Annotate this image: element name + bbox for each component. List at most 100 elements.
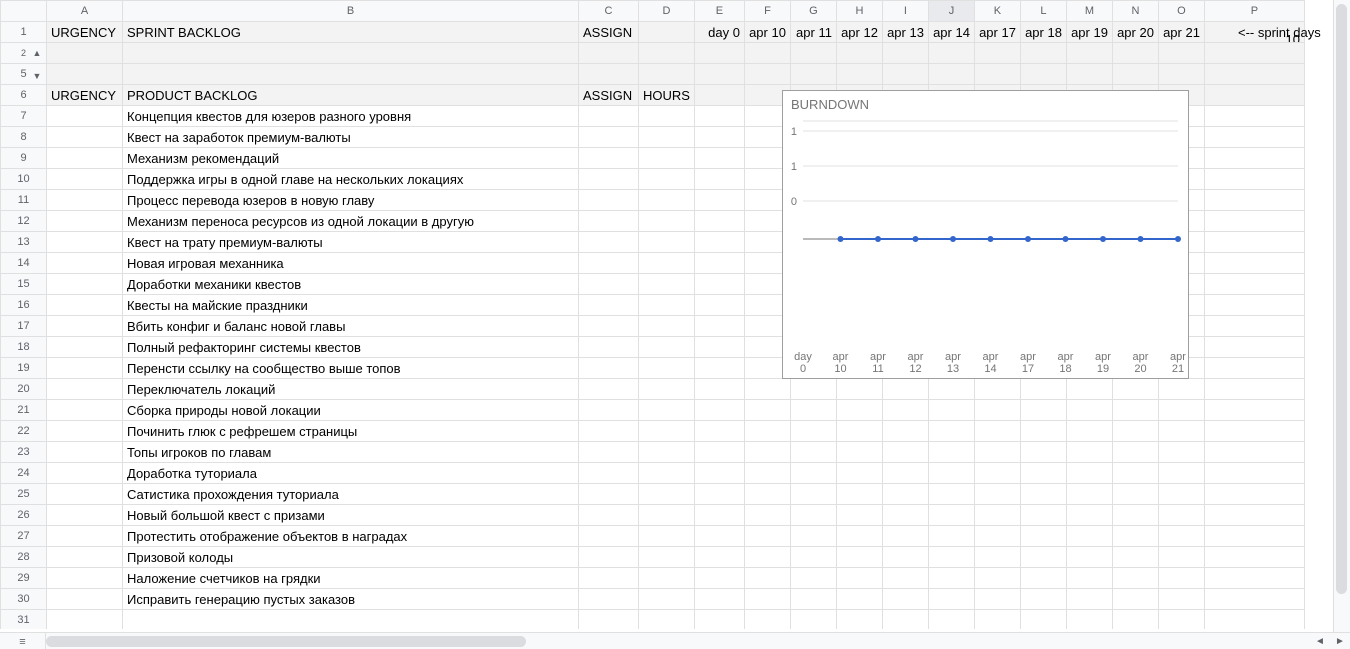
row-header-26[interactable]: 26: [1, 505, 47, 526]
backlog-item[interactable]: Концепция квестов для юзеров разного уро…: [123, 106, 579, 127]
row-header-11[interactable]: 11: [1, 190, 47, 211]
svg-text:apr: apr: [870, 351, 886, 363]
svg-text:12: 12: [909, 363, 921, 375]
row-header-9[interactable]: 9: [1, 148, 47, 169]
svg-text:apr: apr: [1020, 351, 1036, 363]
backlog-item[interactable]: Переключатель локаций: [123, 379, 579, 400]
column-header-O[interactable]: O: [1158, 1, 1204, 22]
svg-text:0: 0: [800, 363, 806, 375]
svg-text:17: 17: [1022, 363, 1034, 375]
row-header-1[interactable]: 1: [1, 22, 47, 43]
column-header-corner[interactable]: [1, 1, 47, 22]
backlog-item[interactable]: Квесты на майские праздники: [123, 295, 579, 316]
row-header-18[interactable]: 18: [1, 337, 47, 358]
sprint-days-label: <-- sprint days: [1238, 25, 1321, 40]
sheet-nav-arrows: ◄ ►: [1310, 632, 1350, 649]
backlog-item[interactable]: Наложение счетчиков на грядки: [123, 568, 579, 589]
column-header-G[interactable]: G: [790, 1, 836, 22]
row-header-14[interactable]: 14: [1, 253, 47, 274]
sheet-expand-button[interactable]: ≡: [0, 633, 46, 649]
svg-text:20: 20: [1134, 363, 1146, 375]
column-header-I[interactable]: I: [882, 1, 928, 22]
backlog-item[interactable]: Доработка туториала: [123, 463, 579, 484]
backlog-item[interactable]: Новый большой квест с призами: [123, 505, 579, 526]
svg-text:1: 1: [791, 126, 797, 138]
row-header-29[interactable]: 29: [1, 568, 47, 589]
backlog-item[interactable]: Процесс перевода юзеров в новую главу: [123, 190, 579, 211]
column-header-H[interactable]: H: [836, 1, 882, 22]
row-header-23[interactable]: 23: [1, 442, 47, 463]
row-header-27[interactable]: 27: [1, 526, 47, 547]
svg-text:14: 14: [984, 363, 996, 375]
backlog-item[interactable]: Починить глюк с рефрешем страницы: [123, 421, 579, 442]
row-header-24[interactable]: 24: [1, 463, 47, 484]
column-header-M[interactable]: M: [1066, 1, 1112, 22]
row-header-10[interactable]: 10: [1, 169, 47, 190]
row-header-22[interactable]: 22: [1, 421, 47, 442]
svg-text:19: 19: [1097, 363, 1109, 375]
group-collapse-up-icon[interactable]: ▲: [30, 48, 44, 58]
row-header-25[interactable]: 25: [1, 484, 47, 505]
svg-text:apr: apr: [1133, 351, 1149, 363]
sheet-next-icon[interactable]: ►: [1330, 633, 1350, 649]
chart-svg: 110day0apr10apr11apr12apr13apr14apr17apr…: [783, 116, 1188, 378]
row-header-13[interactable]: 13: [1, 232, 47, 253]
backlog-item[interactable]: Топы игроков по главам: [123, 442, 579, 463]
burndown-chart[interactable]: BURNDOWN 110day0apr10apr11apr12apr13apr1…: [782, 90, 1189, 379]
row-header-20[interactable]: 20: [1, 379, 47, 400]
backlog-item[interactable]: Исправить генерацию пустых заказов: [123, 589, 579, 610]
row-header-19[interactable]: 19: [1, 358, 47, 379]
column-header-B[interactable]: B: [123, 1, 579, 22]
svg-text:day: day: [794, 351, 812, 363]
svg-text:apr: apr: [983, 351, 999, 363]
backlog-item[interactable]: Сборка природы новой локации: [123, 400, 579, 421]
row-header-31[interactable]: 31: [1, 610, 47, 630]
column-header-C[interactable]: C: [579, 1, 639, 22]
svg-text:apr: apr: [908, 351, 924, 363]
row-header-8[interactable]: 8: [1, 127, 47, 148]
column-header-D[interactable]: D: [639, 1, 695, 22]
svg-text:apr: apr: [1095, 351, 1111, 363]
horizontal-scrollbar-thumb[interactable]: [46, 636, 526, 647]
column-header-N[interactable]: N: [1112, 1, 1158, 22]
row-header-30[interactable]: 30: [1, 589, 47, 610]
backlog-item[interactable]: Сатистика прохождения туториала: [123, 484, 579, 505]
svg-text:11: 11: [872, 363, 883, 375]
svg-text:10: 10: [834, 363, 846, 375]
column-header-K[interactable]: K: [974, 1, 1020, 22]
vertical-scrollbar-thumb[interactable]: [1336, 4, 1347, 594]
column-header-F[interactable]: F: [744, 1, 790, 22]
row-header-12[interactable]: 12: [1, 211, 47, 232]
backlog-item[interactable]: Протестить отображение объектов в наград…: [123, 526, 579, 547]
row-header-28[interactable]: 28: [1, 547, 47, 568]
group-expand-down-icon[interactable]: ▼: [30, 71, 44, 81]
backlog-item[interactable]: Поддержка игры в одной главе на нескольк…: [123, 169, 579, 190]
backlog-item[interactable]: Механизм переноса ресурсов из одной лока…: [123, 211, 579, 232]
backlog-item[interactable]: Перенсти ссылку на сообщество выше топов: [123, 358, 579, 379]
backlog-item[interactable]: Квест на заработок премиум-валюты: [123, 127, 579, 148]
row-header-7[interactable]: 7: [1, 106, 47, 127]
backlog-item[interactable]: Новая игровая механника: [123, 253, 579, 274]
column-header-A[interactable]: A: [47, 1, 123, 22]
column-header-E[interactable]: E: [694, 1, 744, 22]
column-header-L[interactable]: L: [1020, 1, 1066, 22]
row-header-17[interactable]: 17: [1, 316, 47, 337]
backlog-item[interactable]: Механизм рекомендаций: [123, 148, 579, 169]
column-header-J[interactable]: J: [928, 1, 974, 22]
row-header-21[interactable]: 21: [1, 400, 47, 421]
backlog-item[interactable]: Доработки механики квестов: [123, 274, 579, 295]
vertical-scrollbar[interactable]: [1333, 0, 1350, 632]
backlog-item[interactable]: Квест на трату премиум-валюты: [123, 232, 579, 253]
sheet-prev-icon[interactable]: ◄: [1310, 633, 1330, 649]
backlog-item[interactable]: Вбить конфиг и баланс новой главы: [123, 316, 579, 337]
horizontal-scrollbar[interactable]: ≡: [0, 632, 1310, 649]
backlog-item[interactable]: Призовой колоды: [123, 547, 579, 568]
svg-text:apr: apr: [833, 351, 849, 363]
column-header-P[interactable]: P: [1204, 1, 1304, 22]
svg-text:1: 1: [791, 161, 797, 173]
svg-text:0: 0: [791, 196, 797, 208]
row-header-16[interactable]: 16: [1, 295, 47, 316]
row-header-15[interactable]: 15: [1, 274, 47, 295]
backlog-item[interactable]: Полный рефакторинг системы квестов: [123, 337, 579, 358]
row-header-6[interactable]: 6: [1, 85, 47, 106]
